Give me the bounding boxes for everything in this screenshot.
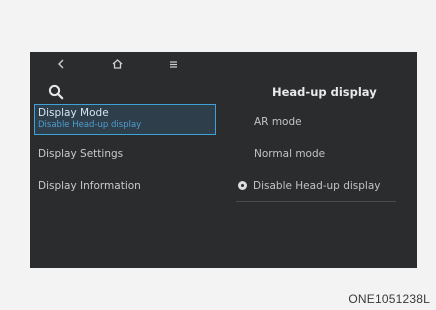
menu-item-label: Display Information [38,180,141,192]
radio-selected-icon [238,181,247,190]
menu-item-label: Display Mode [38,107,109,119]
search-icon[interactable] [48,84,64,100]
figure-code: ONE1051238L [348,292,430,306]
option-label: AR mode [254,116,302,128]
menu-item-sublabel: Disable Head-up display [38,120,142,130]
option-label: Disable Head-up display [253,180,381,192]
menu-item-display-information[interactable]: Display Information [34,180,224,193]
home-icon[interactable] [108,55,126,73]
menu-item-display-mode[interactable]: Display Mode Disable Head-up display [34,104,216,135]
menu-item-display-settings[interactable]: Display Settings [34,148,224,161]
menu-icon[interactable] [164,55,182,73]
option-normal-mode[interactable]: Normal mode [254,148,325,161]
option-ar-mode[interactable]: AR mode [254,116,302,129]
option-label: Normal mode [254,148,326,160]
page: Display Mode Disable Head-up display Dis… [0,0,436,310]
panel-title: Head-up display [272,85,377,99]
infotainment-screen: Display Mode Disable Head-up display Dis… [30,52,417,268]
back-icon[interactable] [52,55,70,73]
divider [236,201,396,202]
menu-item-label: Display Settings [38,148,124,160]
top-bar [30,52,417,76]
option-disable-hud[interactable]: Disable Head-up display [238,180,380,193]
